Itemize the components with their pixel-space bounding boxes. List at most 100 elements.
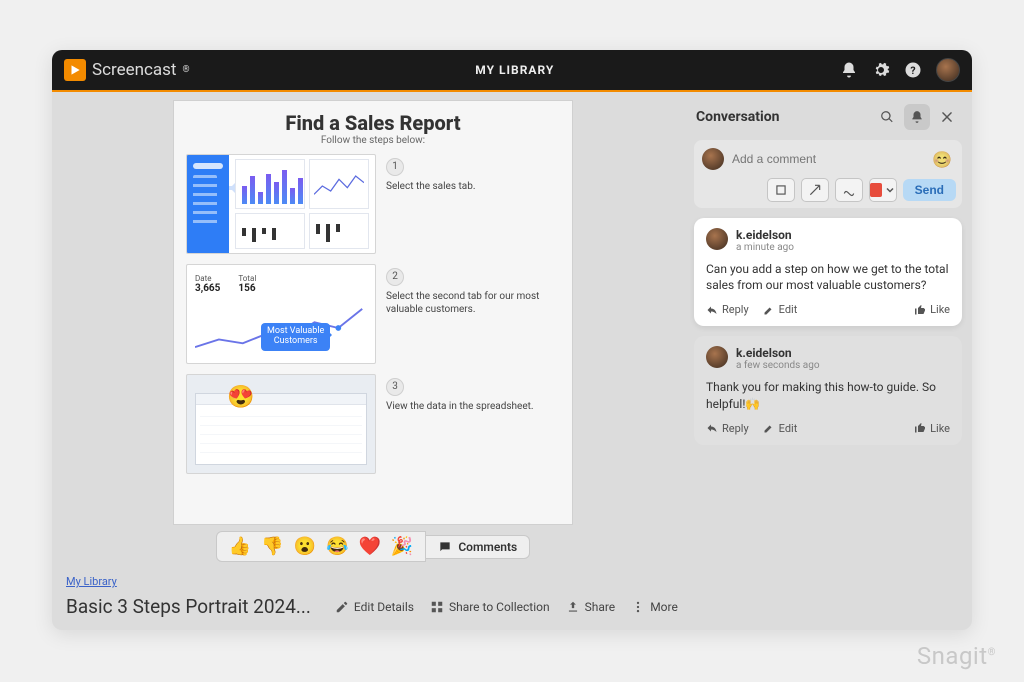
doc-subtitle: Follow the steps below: bbox=[186, 135, 560, 146]
conversation-search-button[interactable] bbox=[874, 104, 900, 130]
more-vertical-icon bbox=[631, 600, 645, 614]
comments-button[interactable]: Comments bbox=[426, 535, 530, 559]
step-2-image: Date3,665 Total156 Most Valuable Custome… bbox=[186, 264, 376, 364]
reaction-thumbs-up[interactable]: 👍 bbox=[229, 536, 251, 557]
search-icon bbox=[880, 110, 894, 124]
comment-edit-button[interactable]: Edit bbox=[763, 422, 798, 435]
pencil-icon bbox=[763, 422, 775, 434]
rectangle-icon bbox=[774, 183, 788, 197]
comment-user: k.eidelson bbox=[736, 228, 794, 242]
tool-curve-button[interactable] bbox=[835, 178, 863, 202]
pencil-icon bbox=[763, 304, 775, 316]
reply-icon bbox=[706, 422, 718, 434]
comment-body: Can you add a step on how we get to the … bbox=[706, 261, 950, 293]
tool-color-button[interactable] bbox=[869, 178, 897, 202]
share-to-collection-button[interactable]: Share to Collection bbox=[430, 600, 550, 614]
tool-rectangle-button[interactable] bbox=[767, 178, 795, 202]
conversation-alerts-button[interactable] bbox=[904, 104, 930, 130]
comment-composer: 😊 Send bbox=[694, 140, 962, 208]
comment-icon bbox=[438, 540, 452, 554]
comment-input[interactable] bbox=[732, 152, 924, 166]
comment-reply-button[interactable]: Reply bbox=[706, 303, 749, 316]
svg-text:?: ? bbox=[910, 64, 915, 77]
help-icon[interactable]: ? bbox=[904, 61, 922, 79]
top-bar-icons: ? bbox=[840, 58, 960, 82]
reply-icon bbox=[706, 304, 718, 316]
grid-icon bbox=[430, 600, 444, 614]
comment-edit-button[interactable]: Edit bbox=[763, 303, 798, 316]
step-1-text: Select the sales tab. bbox=[386, 180, 560, 193]
step-2-text: Select the second tab for our most valua… bbox=[386, 290, 560, 316]
step-3: 😍 3 View the data in the spreadsheet. bbox=[186, 374, 560, 474]
share-icon bbox=[566, 600, 580, 614]
chevron-down-icon bbox=[884, 183, 896, 197]
reaction-heart[interactable]: ❤️ bbox=[358, 536, 380, 557]
comment-avatar bbox=[706, 228, 728, 250]
comments-button-label: Comments bbox=[458, 540, 517, 554]
reaction-wow[interactable]: 😮 bbox=[294, 536, 316, 557]
comment-body: Thank you for making this how-to guide. … bbox=[706, 379, 950, 411]
reaction-emoji-group: 👍 👎 😮 😂 ❤️ 🎉 bbox=[216, 531, 427, 562]
comment-time: a few seconds ago bbox=[736, 360, 820, 371]
comment-like-button[interactable]: Like bbox=[914, 303, 950, 316]
send-button[interactable]: Send bbox=[903, 179, 956, 201]
file-title: Basic 3 Steps Portrait 2024... bbox=[66, 595, 311, 618]
heart-eyes-emoji-icon: 😍 bbox=[227, 385, 254, 410]
step-2-number: 2 bbox=[386, 268, 404, 286]
comment-like-button[interactable]: Like bbox=[914, 422, 950, 435]
arrow-icon bbox=[808, 183, 822, 197]
color-swatch-icon bbox=[870, 183, 882, 197]
user-avatar[interactable] bbox=[936, 58, 960, 82]
more-button[interactable]: More bbox=[631, 600, 678, 614]
tool-arrow-button[interactable] bbox=[801, 178, 829, 202]
edit-details-button[interactable]: Edit Details bbox=[335, 600, 414, 614]
nav-my-library[interactable]: MY LIBRARY bbox=[190, 63, 840, 77]
document: Find a Sales Report Follow the steps bel… bbox=[173, 100, 573, 525]
reaction-party[interactable]: 🎉 bbox=[391, 536, 413, 557]
document-preview: Find a Sales Report Follow the steps bel… bbox=[60, 100, 686, 525]
brand-name: Screencast bbox=[92, 60, 177, 80]
curve-icon bbox=[842, 183, 856, 197]
reaction-laugh[interactable]: 😂 bbox=[326, 536, 348, 557]
top-bar: Screencast ® MY LIBRARY ? bbox=[52, 50, 972, 92]
file-meta: My Library Basic 3 Steps Portrait 2024..… bbox=[60, 562, 686, 624]
step-1: 1 Select the sales tab. bbox=[186, 154, 560, 254]
snagit-watermark: Snagit® bbox=[917, 642, 996, 670]
comment-card[interactable]: k.eidelson a few seconds ago Thank you f… bbox=[694, 336, 962, 444]
composer-avatar bbox=[702, 148, 724, 170]
settings-gear-icon[interactable] bbox=[872, 61, 890, 79]
bell-icon bbox=[910, 110, 924, 124]
reaction-thumbs-down[interactable]: 👎 bbox=[261, 536, 283, 557]
conversation-panel: Conversation 😊 bbox=[694, 92, 972, 630]
thumbs-up-icon bbox=[914, 304, 926, 316]
conversation-title: Conversation bbox=[696, 109, 779, 125]
step-1-image bbox=[186, 154, 376, 254]
comment-time: a minute ago bbox=[736, 242, 794, 253]
step-3-text: View the data in the spreadsheet. bbox=[386, 400, 560, 413]
notifications-icon[interactable] bbox=[840, 61, 858, 79]
content-area: Find a Sales Report Follow the steps bel… bbox=[52, 92, 694, 630]
registered-mark: ® bbox=[183, 65, 190, 75]
pencil-icon bbox=[335, 600, 349, 614]
comment-reply-button[interactable]: Reply bbox=[706, 422, 749, 435]
step-3-number: 3 bbox=[386, 378, 404, 396]
app-window: Screencast ® MY LIBRARY ? Find a Sales Re… bbox=[52, 50, 972, 630]
comments-list: k.eidelson a minute ago Can you add a st… bbox=[694, 218, 962, 445]
breadcrumb-my-library[interactable]: My Library bbox=[66, 575, 117, 588]
close-icon bbox=[940, 110, 954, 124]
callout-label: Most Valuable Customers bbox=[261, 323, 330, 351]
emoji-picker-button[interactable]: 😊 bbox=[932, 150, 952, 169]
share-button[interactable]: Share bbox=[566, 600, 616, 614]
step-2: Date3,665 Total156 Most Valuable Custome… bbox=[186, 264, 560, 364]
step-1-number: 1 bbox=[386, 158, 404, 176]
comment-user: k.eidelson bbox=[736, 346, 820, 360]
comment-card[interactable]: k.eidelson a minute ago Can you add a st… bbox=[694, 218, 962, 326]
brand[interactable]: Screencast ® bbox=[64, 59, 190, 81]
brand-logo-icon bbox=[64, 59, 86, 81]
doc-title: Find a Sales Report bbox=[186, 111, 560, 135]
step-3-image: 😍 bbox=[186, 374, 376, 474]
comment-avatar bbox=[706, 346, 728, 368]
reactions-bar: 👍 👎 😮 😂 ❤️ 🎉 Comments bbox=[216, 531, 530, 562]
thumbs-up-icon bbox=[914, 422, 926, 434]
conversation-close-button[interactable] bbox=[934, 104, 960, 130]
